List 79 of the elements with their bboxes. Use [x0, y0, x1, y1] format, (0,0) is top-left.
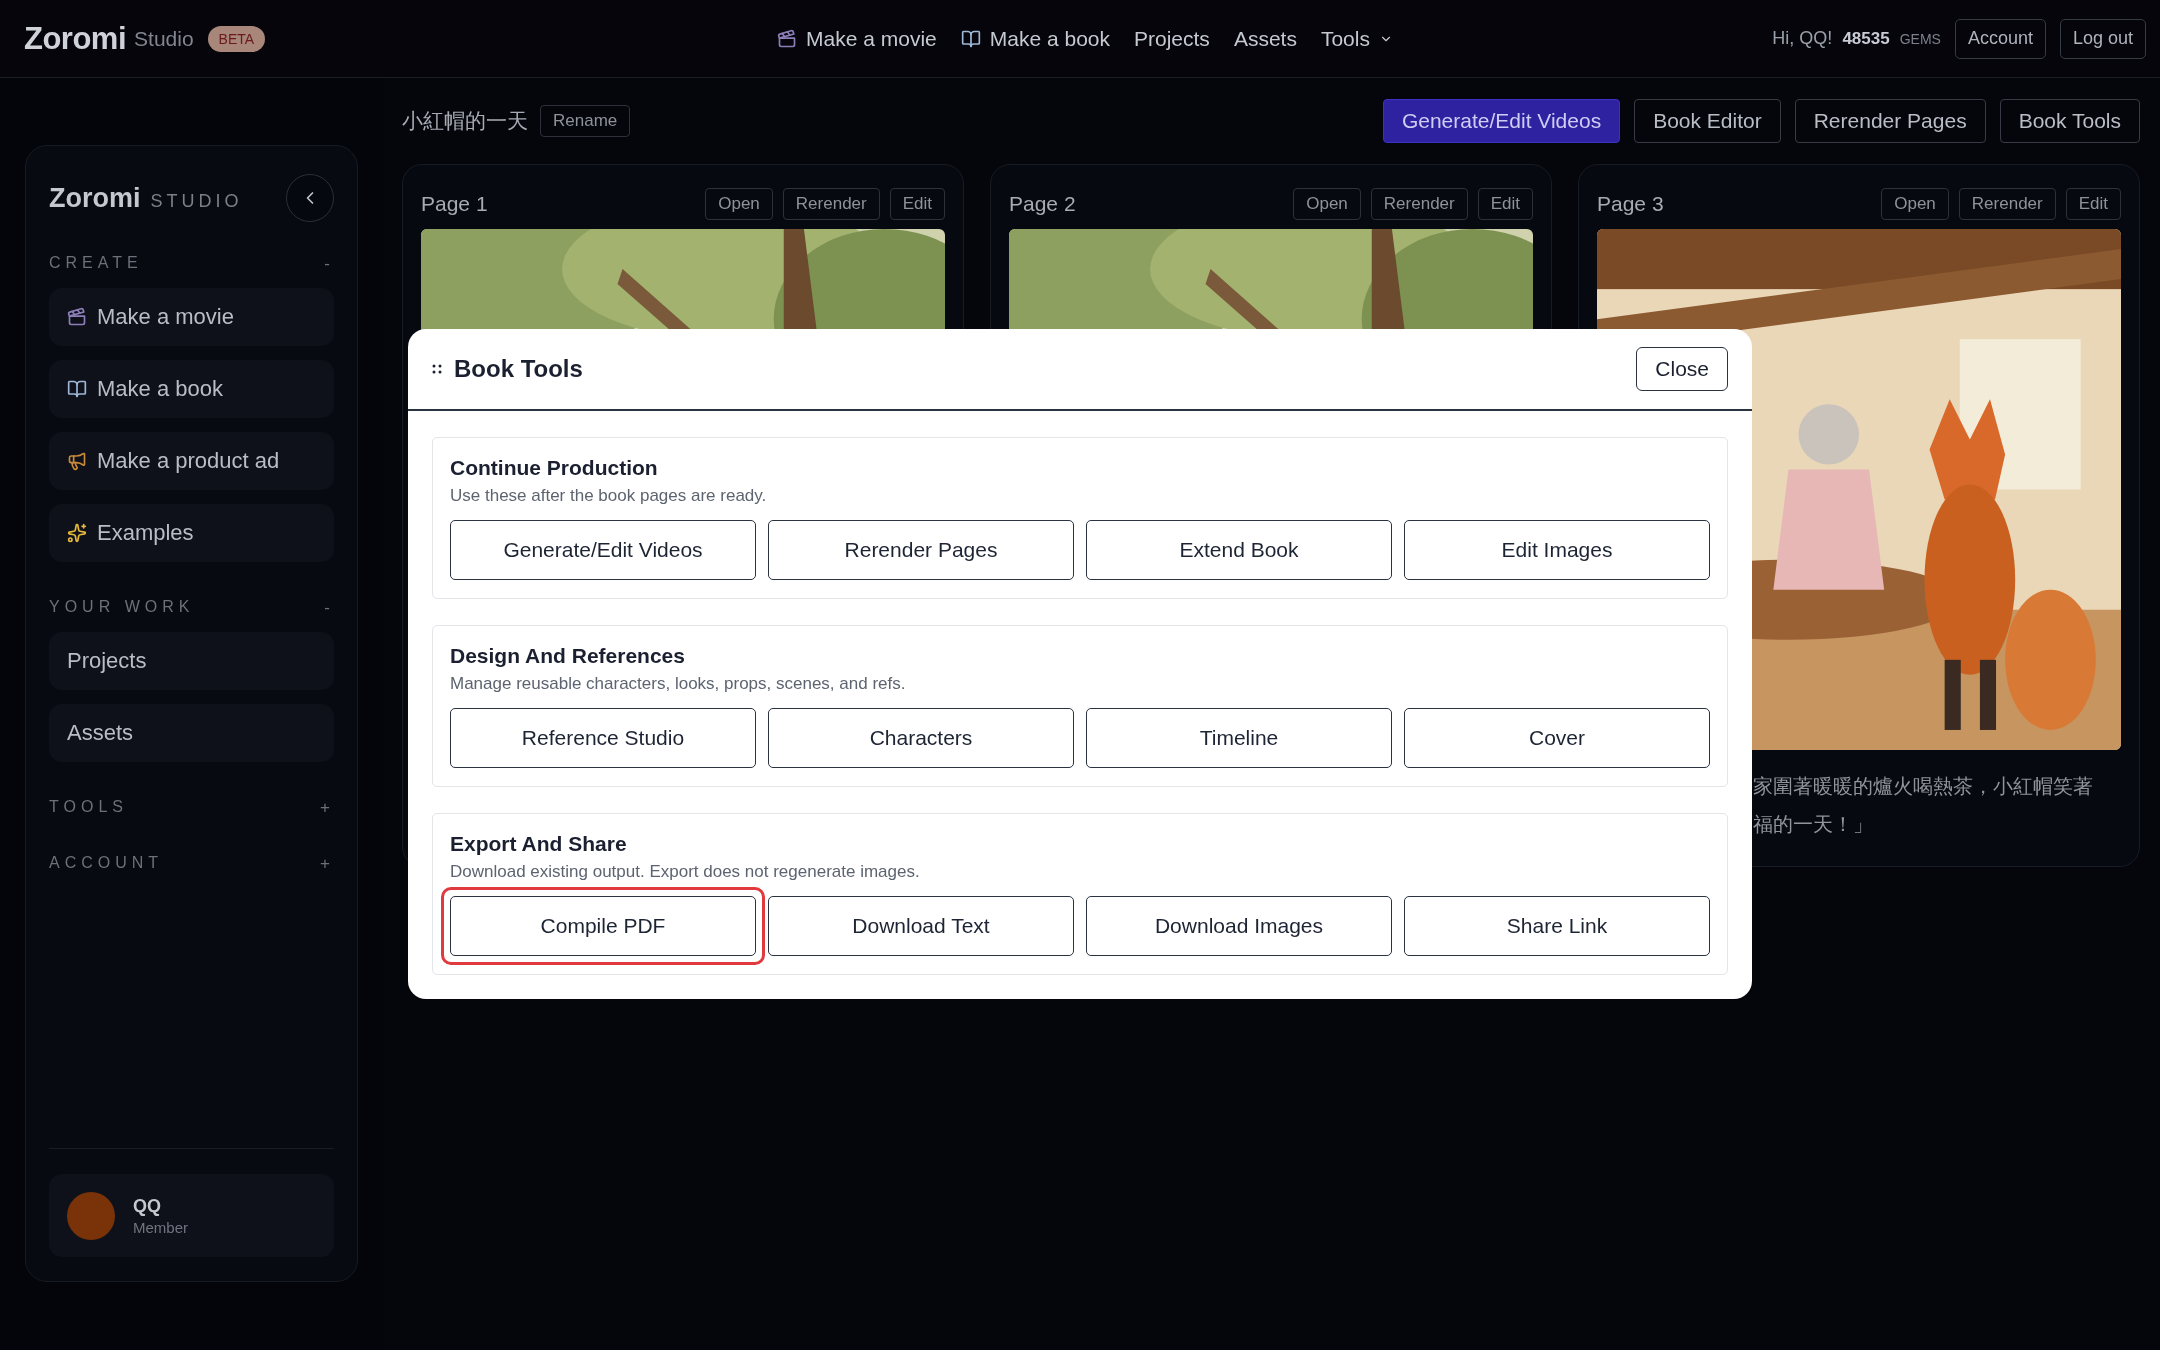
sidebar-item[interactable]: Projects [49, 632, 334, 690]
gem-count: 48535 [1842, 28, 1890, 49]
page-title: Page 3 [1597, 192, 1664, 216]
section-heading: ACCOUNT [49, 854, 164, 873]
clapperboard-icon [67, 307, 87, 327]
nav-link[interactable]: Make a movie [777, 26, 937, 51]
action-button[interactable]: Book Tools [1999, 99, 2140, 143]
tool-button[interactable]: Edit Images [1404, 520, 1710, 580]
sparkles-icon [67, 523, 87, 543]
page-button[interactable]: Rerender [1958, 188, 2056, 220]
tool-button[interactable]: Timeline [1086, 708, 1392, 768]
sidebar-item[interactable]: Make a product ad [49, 432, 334, 490]
tool-button[interactable]: Extend Book [1086, 520, 1392, 580]
dialog-title: Book Tools [454, 355, 583, 383]
tool-button[interactable]: Compile PDF [450, 896, 756, 956]
nav-link[interactable]: Projects [1134, 26, 1210, 51]
action-button[interactable]: Generate/Edit Videos [1382, 99, 1621, 143]
tool-button[interactable]: Download Images [1086, 896, 1392, 956]
page-button[interactable]: Open [1881, 188, 1949, 220]
section-title: Design And References [450, 644, 686, 668]
tool-button[interactable]: Cover [1404, 708, 1710, 768]
action-button[interactable]: Book Editor [1634, 99, 1781, 143]
tool-button[interactable]: Rerender Pages [768, 520, 1074, 580]
section-description: Download existing output. Export does not regenerate images. [450, 862, 921, 882]
section-description: Use these after the book pages are ready. [450, 486, 768, 506]
section-toggle[interactable]: + [316, 798, 334, 818]
sidebar-logo: Zoromi [49, 182, 141, 214]
section-heading: CREATE [49, 254, 143, 273]
tool-button[interactable]: Reference Studio [450, 708, 756, 768]
section-title: Export And Share [450, 832, 628, 856]
book-icon [960, 28, 981, 49]
header-button[interactable]: Log out [2059, 18, 2146, 59]
action-button[interactable]: Rerender Pages [1794, 99, 1986, 143]
page-button[interactable]: Edit [1477, 188, 1533, 220]
section-toggle[interactable]: - [320, 598, 334, 618]
page-button[interactable]: Open [1293, 188, 1361, 220]
sidebar-logo-subtitle: STUDIO [150, 190, 243, 212]
section-toggle[interactable]: - [320, 254, 334, 274]
page-button[interactable]: Rerender [1370, 188, 1468, 220]
close-button[interactable]: Close [1636, 347, 1728, 391]
clapperboard-icon [777, 28, 798, 49]
avatar [67, 1191, 115, 1240]
nav-link[interactable]: Assets [1233, 26, 1297, 51]
page-title: Page 1 [421, 192, 488, 216]
nav-link[interactable]: Make a book [960, 26, 1110, 51]
project-title: 小紅帽的一天 [402, 108, 528, 134]
drag-handle-icon[interactable] [432, 363, 442, 375]
section-title: Continue Production [450, 456, 659, 480]
logo: Zoromi [24, 20, 127, 57]
book-icon [67, 379, 87, 399]
gem-unit: GEMS [1899, 30, 1941, 47]
megaphone-icon [67, 451, 87, 471]
section-toggle[interactable]: + [316, 854, 334, 874]
nav-link[interactable]: Tools [1320, 26, 1393, 51]
sidebar-item[interactable]: Make a movie [49, 288, 334, 346]
section-heading: TOOLS [49, 798, 128, 817]
logo-subtitle: Studio [134, 26, 194, 51]
section-description: Manage reusable characters, looks, props, scenes, and refs. [450, 674, 907, 694]
sidebar-item[interactable]: Assets [49, 704, 334, 762]
section-heading: YOUR WORK [49, 598, 195, 617]
page-button[interactable]: Edit [2065, 188, 2121, 220]
sidebar-item[interactable]: Make a book [49, 360, 334, 418]
page-caption: 家圍著暖暖的爐火喝熱茶，小紅帽笑著 [1753, 774, 2094, 799]
tool-button[interactable]: Generate/Edit Videos [450, 520, 756, 580]
sidebar-item[interactable]: Examples [49, 504, 334, 562]
tool-button[interactable]: Download Text [768, 896, 1074, 956]
tool-button[interactable]: Characters [768, 708, 1074, 768]
beta-badge: BETA [207, 25, 266, 52]
tool-button[interactable]: Share Link [1404, 896, 1710, 956]
page-button[interactable]: Edit [889, 188, 945, 220]
page-caption: 福的一天！」 [1753, 812, 1874, 837]
page-title: Page 2 [1009, 192, 1076, 216]
page-button[interactable]: Open [705, 188, 773, 220]
header-button[interactable]: Account [1954, 18, 2046, 59]
rename-button[interactable]: Rename [540, 105, 631, 137]
page-button[interactable]: Rerender [782, 188, 880, 220]
user-name: QQ [133, 1195, 162, 1217]
greeting: Hi, QQ! [1772, 28, 1833, 49]
user-role: Member [133, 1218, 188, 1236]
